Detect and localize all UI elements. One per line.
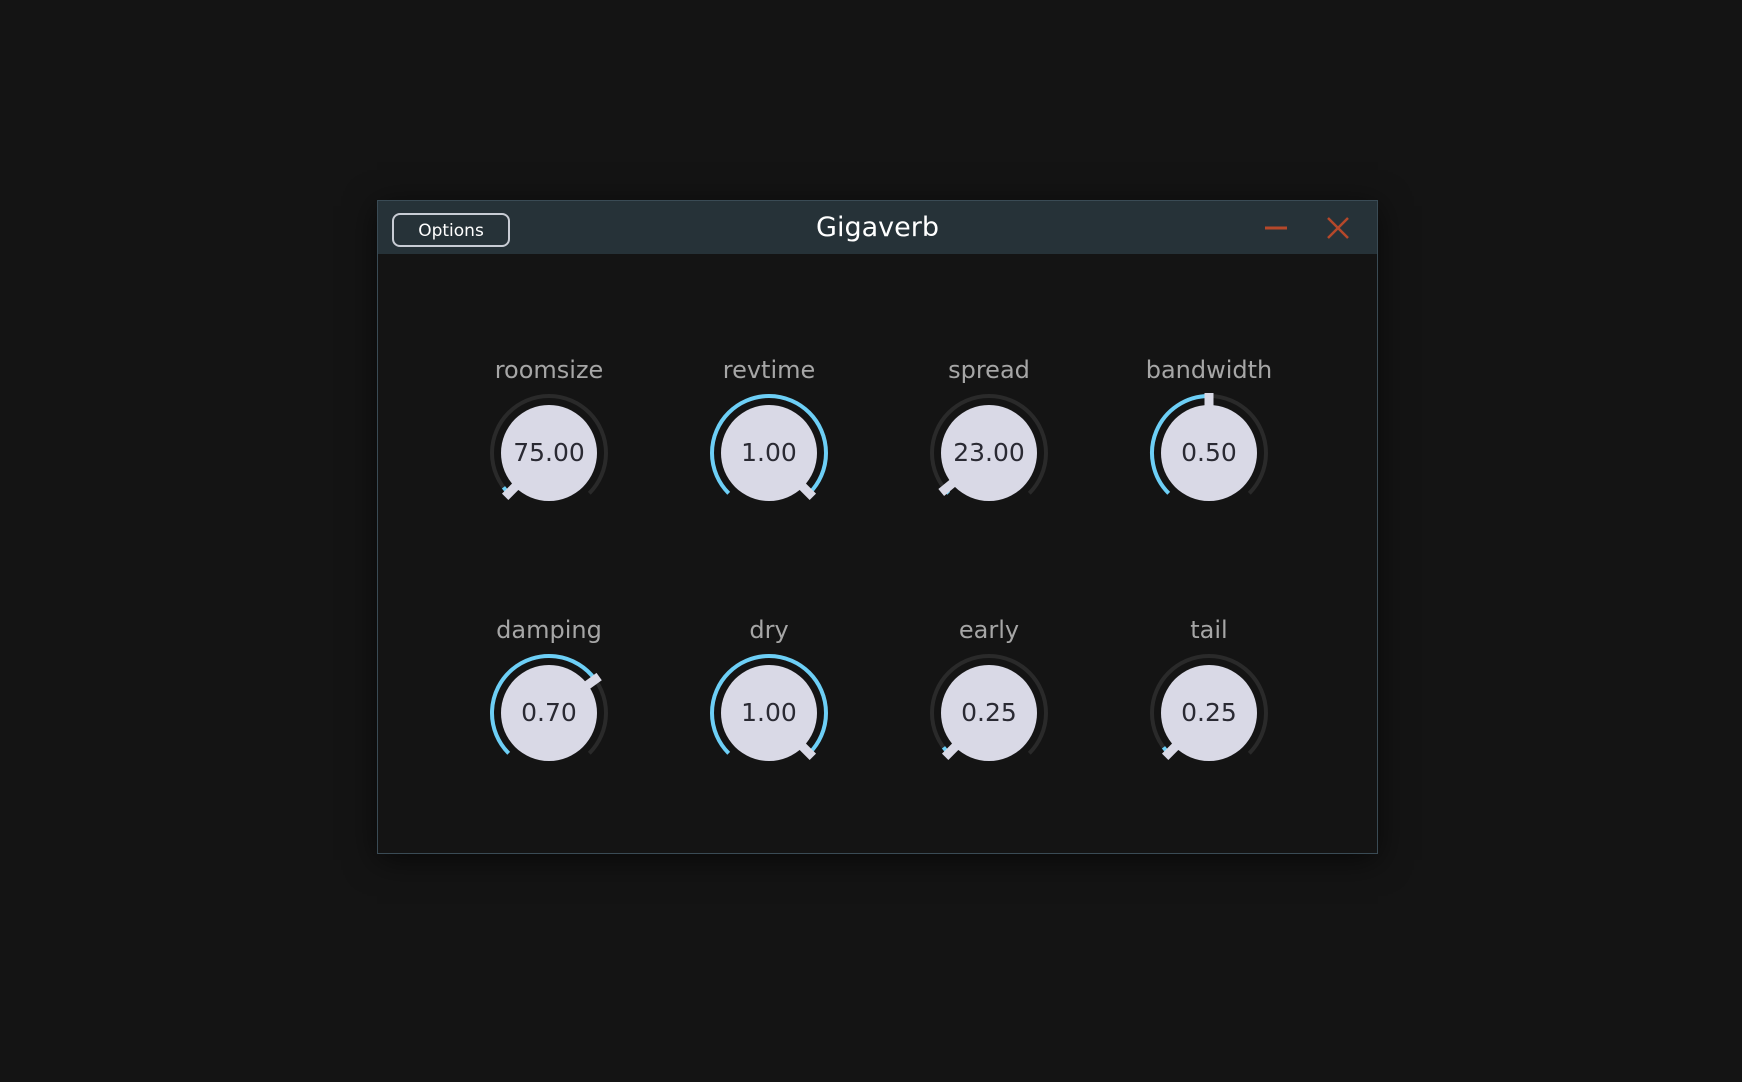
knob-face [1161,405,1257,501]
minimize-button[interactable] [1260,212,1292,244]
knob-cell-revtime: revtime 1.00 [679,355,859,555]
knob-cell-tail: tail 0.25 [1119,615,1299,815]
knob-label: roomsize [494,356,604,384]
knob-pointer [796,480,817,501]
knob-cell-dry: dry 1.00 [679,615,859,815]
plugin-window: Options Gigaverb roomsize 75.00 revtime 1.0… [377,200,1378,854]
knob-revtime[interactable]: 1.00 [709,393,829,513]
knob-spread[interactable]: 23.00 [929,393,1049,513]
knob-dial [710,654,828,761]
knob-dial [490,394,608,501]
knob-label: revtime [722,356,816,384]
window-title: Gigaverb [816,212,939,243]
knob-pointer [501,480,522,501]
knob-pointer [1161,740,1182,761]
knob-pointer [938,477,958,496]
knob-cell-roomsize: roomsize 75.00 [459,355,639,555]
knob-dial [710,394,828,501]
knob-cell-early: early 0.25 [899,615,1079,815]
knob-label: bandwidth [1145,356,1273,384]
knob-label: early [958,616,1020,644]
knob-roomsize[interactable]: 75.00 [489,393,609,513]
close-button[interactable] [1322,212,1354,244]
knob-tail[interactable]: 0.25 [1149,653,1269,773]
close-icon [1327,217,1349,239]
knob-cell-spread: spread 23.00 [899,355,1079,555]
knob-face [501,665,597,761]
knob-early[interactable]: 0.25 [929,653,1049,773]
knob-cell-damping: damping 0.70 [459,615,639,815]
title-bar: Options Gigaverb [378,201,1377,254]
knob-dial [930,654,1048,761]
options-button[interactable]: Options [392,213,510,247]
knob-dry[interactable]: 1.00 [709,653,829,773]
knob-cell-bandwidth: bandwidth 0.50 [1119,355,1299,555]
knob-label: spread [948,356,1030,384]
knob-dial [1150,393,1268,501]
knob-damping[interactable]: 0.70 [489,653,609,773]
knob-label: damping [496,616,602,644]
knob-dial [1150,654,1268,761]
knob-bandwidth[interactable]: 0.50 [1149,393,1269,513]
knob-label: dry [749,616,789,644]
knob-dial [490,654,608,761]
knob-label: tail [1190,616,1228,644]
knob-dial [930,394,1048,501]
minimize-icon [1265,226,1287,230]
knob-pointer [941,740,962,761]
knob-pointer [796,740,817,761]
